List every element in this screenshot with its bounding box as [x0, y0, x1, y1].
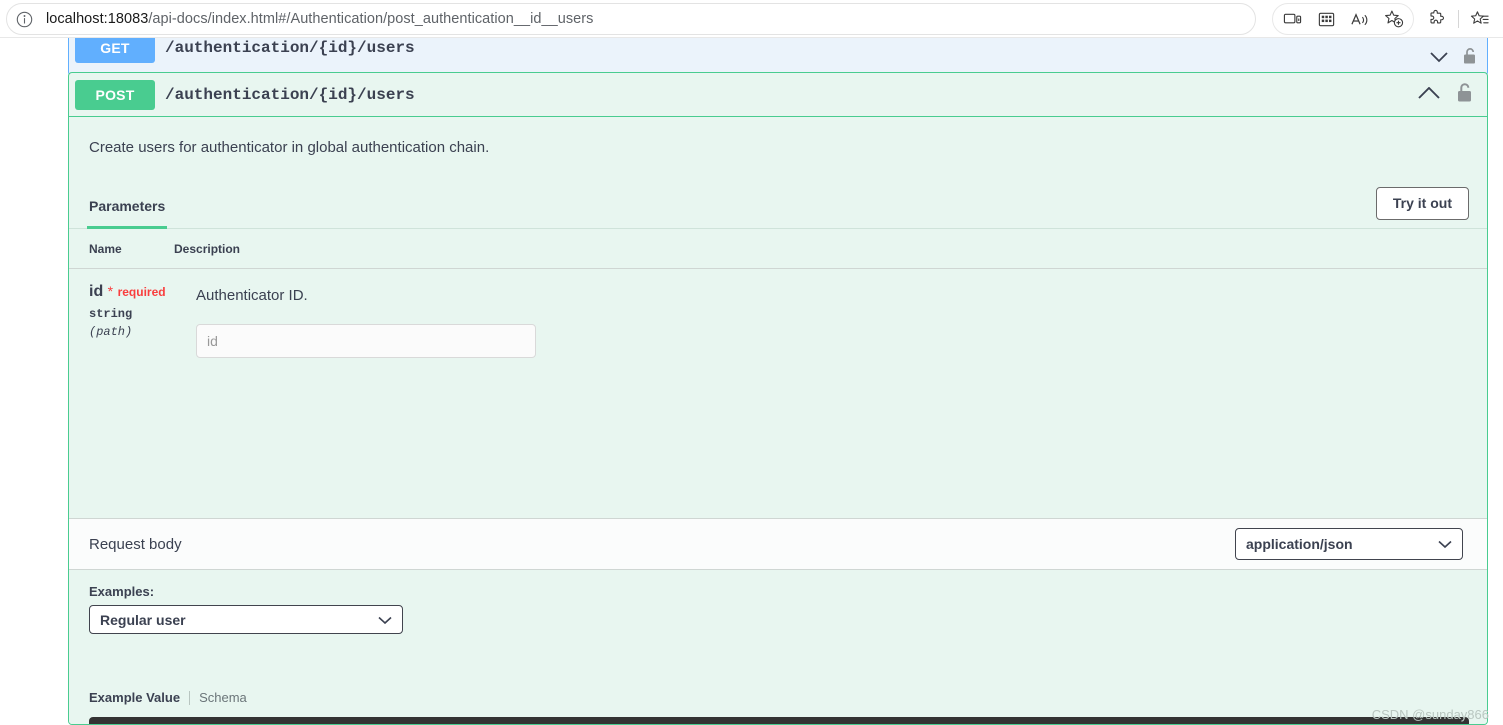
url-host: localhost:18083 — [46, 11, 149, 27]
browser-toolbar: localhost:18083/api-docs/index.html#/Aut… — [0, 0, 1503, 38]
parameter-type: string — [89, 307, 133, 321]
padlock-unlocked-icon[interactable] — [1456, 82, 1473, 108]
examples-selected-value: Regular user — [100, 611, 186, 628]
example-schema-tabs: Example Value Schema — [89, 690, 247, 705]
example-value-code-block[interactable]: { "password": "secret", "user_id": "user… — [89, 717, 1469, 724]
get-operation-path: /authentication/{id}/users — [165, 39, 415, 57]
examples-select[interactable]: Regular user — [89, 605, 403, 634]
opblock-summary[interactable]: POST /authentication/{id}/users — [69, 73, 1487, 117]
get-method-badge: GET — [75, 38, 155, 63]
id-input[interactable] — [196, 324, 536, 358]
favorites-star-list-icon[interactable] — [1463, 4, 1497, 34]
extensions-puzzle-icon[interactable] — [1420, 4, 1454, 34]
parameters-section: Name Description id * required string (p… — [69, 230, 1487, 358]
chevron-down-icon[interactable] — [1430, 50, 1448, 68]
watermark: CSDN @sunday866 — [1371, 707, 1489, 722]
get-opblock-controls — [1430, 47, 1477, 70]
required-star-icon: * — [107, 283, 114, 299]
column-header-name: Name — [69, 230, 174, 269]
chevron-down-icon — [1438, 536, 1452, 552]
address-bar[interactable]: localhost:18083/api-docs/index.html#/Aut… — [6, 3, 1256, 35]
post-method-badge: POST — [75, 79, 155, 110]
content-type-value: application/json — [1246, 536, 1353, 552]
opblock-tab-row: Parameters Try it out — [69, 179, 1487, 229]
address-bar-text: localhost:18083/api-docs/index.html#/Aut… — [46, 11, 593, 27]
collections-grid-icon[interactable] — [1309, 4, 1343, 34]
required-label: required — [117, 285, 166, 299]
chevron-up-icon[interactable] — [1418, 86, 1440, 104]
opblock-controls — [1418, 82, 1473, 108]
padlock-unlocked-icon[interactable] — [1462, 47, 1477, 70]
tab-example-value[interactable]: Example Value — [89, 690, 180, 705]
parameter-name-cell: id * required string (path) — [69, 269, 174, 359]
toolbar-divider — [1458, 10, 1459, 28]
request-body-label: Request body — [89, 535, 182, 553]
tab-parameters[interactable]: Parameters — [87, 198, 168, 229]
info-icon[interactable] — [10, 5, 38, 33]
swagger-ui-page: GET /authentication/{id}/users POST /aut… — [0, 38, 1503, 725]
parameter-description-cell: Authenticator ID. — [174, 269, 1487, 358]
opblock-tabs: Parameters — [87, 179, 168, 229]
parameter-location: (path) — [89, 325, 133, 339]
try-it-out-button[interactable]: Try it out — [1375, 187, 1469, 220]
device-cast-icon[interactable] — [1275, 4, 1309, 34]
add-favorite-star-icon[interactable] — [1377, 4, 1411, 34]
opblock-post-authentication-id-users: POST /authentication/{id}/users Create u… — [68, 72, 1488, 725]
read-aloud-icon[interactable] — [1343, 4, 1377, 34]
request-body-row: Request body application/json — [69, 518, 1487, 570]
chevron-down-icon — [378, 612, 392, 628]
browser-toolbar-icons — [1272, 3, 1497, 35]
parameter-description: Authenticator ID. — [196, 287, 308, 304]
url-path: /api-docs/index.html#/Authentication/pos… — [148, 11, 594, 27]
tab-schema[interactable]: Schema — [199, 690, 247, 705]
operation-path: /authentication/{id}/users — [165, 85, 415, 104]
tab-divider — [189, 690, 191, 705]
opblock-get-authentication-id-users[interactable]: GET /authentication/{id}/users — [68, 38, 1488, 76]
parameters-table-header-row: Name Description — [69, 230, 1487, 269]
address-bar-action-group — [1272, 3, 1414, 35]
operation-description: Create users for authenticator in global… — [89, 139, 490, 156]
parameter-name: id — [89, 283, 104, 300]
parameters-table: Name Description id * required string (p… — [69, 230, 1487, 358]
column-header-description: Description — [174, 230, 1487, 269]
examples-section: Examples: Regular user — [89, 584, 403, 634]
content-type-select[interactable]: application/json — [1235, 528, 1463, 560]
opblock-body: Create users for authenticator in global… — [69, 117, 1487, 724]
examples-label: Examples: — [89, 584, 155, 599]
table-row: id * required string (path) Authenticato… — [69, 269, 1487, 359]
